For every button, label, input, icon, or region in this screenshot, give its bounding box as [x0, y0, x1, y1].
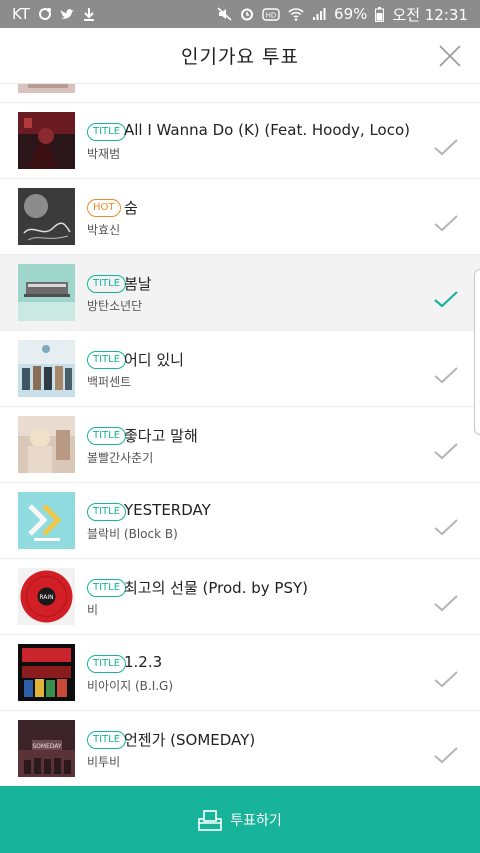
status-left: KT [12, 5, 95, 23]
check-icon[interactable] [433, 593, 459, 613]
battery-icon [375, 6, 385, 22]
ballot-box-icon [198, 809, 223, 831]
artist-name: 블락비 (Block B) [87, 527, 178, 541]
song-title: All I Wanna Do (K) (Feat. Hoody, Loco) [124, 121, 411, 139]
carrier-label: KT [12, 5, 30, 23]
check-icon[interactable] [433, 517, 459, 537]
scroll-handle[interactable] [474, 269, 480, 435]
album-art: RAIN [18, 568, 75, 625]
song-row-selected[interactable]: TITLE 봄날 방탄소년단 [0, 255, 480, 331]
album-art [18, 340, 75, 397]
song-row[interactable]: HOT 숨 박효신 [0, 179, 480, 255]
title-badge: TITLE [87, 351, 127, 369]
song-title: 1.2.3 [124, 653, 163, 671]
hot-badge: HOT [87, 199, 121, 217]
header: 인기가요 투표 [0, 28, 480, 84]
album-art [18, 492, 75, 549]
artist-name: 비투비 [87, 755, 121, 769]
song-row[interactable]: TITLE 어디 있니 백퍼센트 [0, 331, 480, 407]
song-title: 어디 있니 [124, 351, 184, 369]
check-icon-selected[interactable] [433, 289, 459, 309]
album-art [18, 112, 75, 169]
vote-button[interactable]: 투표하기 [0, 786, 480, 853]
title-badge: TITLE [87, 503, 127, 521]
song-title: YESTERDAY [124, 501, 211, 519]
title-badge: TITLE [87, 731, 127, 749]
artist-name: 백퍼센트 [87, 375, 132, 389]
song-title: 숨 [124, 199, 138, 217]
album-art [18, 644, 75, 701]
artist-name: 박효신 [87, 223, 121, 237]
song-row[interactable]: TITLE 좋다고 말해 볼빨간사춘기 [0, 407, 480, 483]
song-title: 언젠가 (SOMEDAY) [124, 731, 256, 749]
album-art [18, 84, 75, 93]
mute-icon [217, 7, 232, 21]
song-row[interactable] [0, 84, 480, 103]
artist-name: 볼빨간사춘기 [87, 451, 154, 465]
check-icon[interactable] [433, 213, 459, 233]
song-row[interactable]: SOMEDAY TITLE 언젠가 (SOMEDAY) 비투비 [0, 711, 480, 786]
album-art-text: SOMEDAY [32, 743, 62, 750]
album-art [18, 264, 75, 321]
sync-icon [38, 7, 52, 21]
close-icon[interactable] [438, 44, 462, 68]
album-art [18, 188, 75, 245]
check-icon[interactable] [433, 745, 459, 765]
artist-name: 비아이지 (B.I.G) [87, 679, 174, 693]
title-badge: TITLE [87, 123, 127, 141]
wifi-icon [288, 7, 304, 21]
artist-name: 박재범 [87, 147, 121, 161]
song-title: 최고의 선물 (Prod. by PSY) [124, 579, 308, 597]
signal-icon [312, 7, 326, 21]
twitter-icon [60, 8, 75, 21]
artist-name: 방탄소년단 [87, 299, 143, 313]
download-icon [83, 7, 95, 21]
song-row[interactable]: RAIN TITLE 최고의 선물 (Prod. by PSY) 비 [0, 559, 480, 635]
alarm-icon [240, 7, 254, 21]
album-art [18, 416, 75, 473]
title-badge: TITLE [87, 655, 127, 673]
album-art-text: RAIN [39, 594, 53, 601]
song-row[interactable]: TITLE YESTERDAY 블락비 (Block B) [0, 483, 480, 559]
status-bar: KT HD 69% 오전 12:31 [0, 0, 480, 28]
svg-text:HD: HD [266, 11, 277, 19]
artist-name: 비 [87, 603, 99, 617]
song-list[interactable]: TITLE All I Wanna Do (K) (Feat. Hoody, L… [0, 84, 480, 786]
title-badge: TITLE [87, 427, 127, 445]
check-icon[interactable] [433, 137, 459, 157]
song-title: 좋다고 말해 [124, 427, 198, 445]
check-icon[interactable] [433, 365, 459, 385]
song-row[interactable]: TITLE All I Wanna Do (K) (Feat. Hoody, L… [0, 103, 480, 179]
vote-button-label: 투표하기 [230, 812, 282, 829]
status-right: HD 69% 오전 12:31 [217, 4, 468, 25]
title-badge: TITLE [87, 579, 127, 597]
battery-percent: 69% [334, 5, 368, 23]
hd-icon: HD [262, 7, 280, 21]
clock: 오전 12:31 [392, 5, 468, 24]
check-icon[interactable] [433, 441, 459, 461]
song-row[interactable]: TITLE 1.2.3 비아이지 (B.I.G) [0, 635, 480, 711]
title-badge: TITLE [87, 275, 127, 293]
album-art: SOMEDAY [18, 720, 75, 777]
song-title: 봄날 [124, 275, 152, 293]
page-title: 인기가요 투표 [181, 46, 299, 68]
check-icon[interactable] [433, 669, 459, 689]
